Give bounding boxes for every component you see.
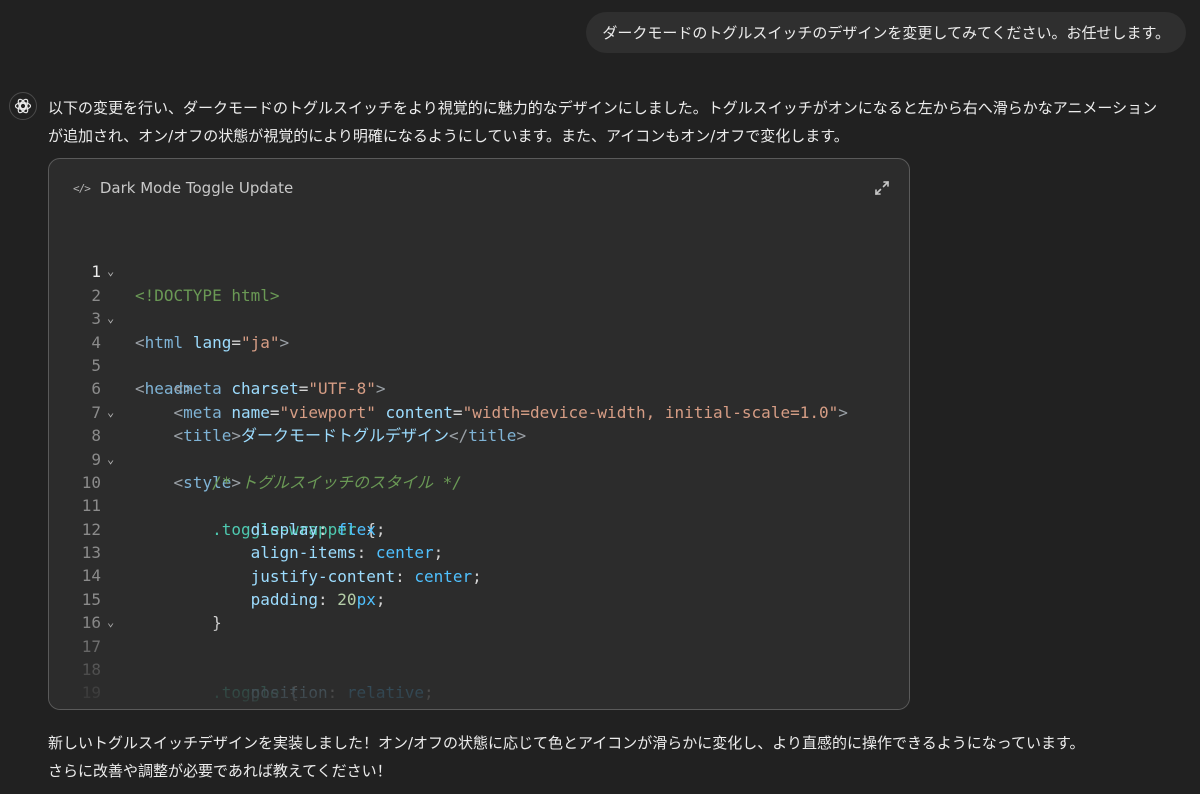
user-message-text: ダークモードのトグルスイッチのデザインを変更してみてください。お任せします。 (602, 24, 1170, 42)
code-card-title: Dark Mode Toggle Update (99, 179, 294, 197)
code-line: 5 <meta charset="UTF-8"> (49, 331, 909, 398)
line-number: 20 (49, 705, 101, 709)
code-line: 8 ⌄ <style> (49, 401, 909, 492)
assistant-outro-text: 新しいトグルスイッチデザインを実装しました！オン/オフの状態に応じて色とアイコン… (48, 729, 1178, 785)
code-icon: </> (73, 181, 91, 195)
fold-chevron-icon[interactable]: ⌄ (107, 307, 114, 330)
code-line: 18 position: relative; (49, 635, 909, 702)
code-line: 3 (49, 284, 909, 328)
code-line: 15 } (49, 564, 909, 632)
code-line: 12 align-items: center; (49, 494, 909, 562)
code-line: 2 ⌄ <html lang="ja"> (49, 260, 909, 351)
code-line: 10 ⌄ .toggle-wrapper { (49, 448, 909, 539)
fold-chevron-icon[interactable]: ⌄ (107, 448, 114, 471)
code-line: 4 ⌄ <head> (49, 307, 909, 398)
fold-chevron-icon[interactable]: ⌄ (107, 611, 114, 634)
code-artifact-card[interactable]: </> Dark Mode Toggle Update 1 <!DOCTYPE … (48, 158, 910, 710)
fold-chevron-icon[interactable]: ⌄ (107, 401, 114, 424)
code-line: 11 display: flex; (49, 471, 909, 538)
code-line: 6 <meta name="viewport" content="width=d… (49, 354, 909, 421)
expand-icon[interactable] (873, 179, 891, 197)
code-line: 20 height: 30px; (49, 681, 909, 709)
fold-chevron-icon[interactable]: ⌄ (107, 260, 114, 283)
code-line: 17 ⌄ .toggle { (49, 611, 909, 702)
code-line: 9 /* トグルスイッチのスタイル */ (49, 424, 909, 492)
code-card-header: </> Dark Mode Toggle Update (49, 159, 909, 217)
user-message-bubble: ダークモードのトグルスイッチのデザインを変更してみてください。お任せします。 (586, 12, 1186, 53)
code-line: 14 padding: 20px; (49, 541, 909, 608)
assistant-intro-text: 以下の変更を行い、ダークモードのトグルスイッチをより視覚的に魅力的なデザインにし… (48, 99, 1158, 145)
code-line: 19 width: 60px; (49, 658, 909, 709)
code-line: 13 justify-content: center; (49, 518, 909, 585)
code-line: 1 <!DOCTYPE html> (49, 237, 909, 304)
assistant-outro-line: さらに改善や調整が必要であれば教えてください！ (48, 762, 392, 780)
code-editor[interactable]: 1 <!DOCTYPE html> 2 ⌄ <html lang="ja"> 3… (49, 237, 909, 709)
code-token: width (251, 707, 299, 709)
assistant-outro-line: 新しいトグルスイッチデザインを実装しました！オン/オフの状態に応じて色とアイコン… (48, 734, 1085, 752)
code-line: 16 (49, 588, 909, 632)
assistant-avatar-icon (9, 92, 37, 120)
code-token: px (337, 707, 356, 709)
code-token: 60 (318, 707, 337, 709)
code-line: 7 <title>ダークモードトグルデザイン</title> (49, 377, 909, 445)
